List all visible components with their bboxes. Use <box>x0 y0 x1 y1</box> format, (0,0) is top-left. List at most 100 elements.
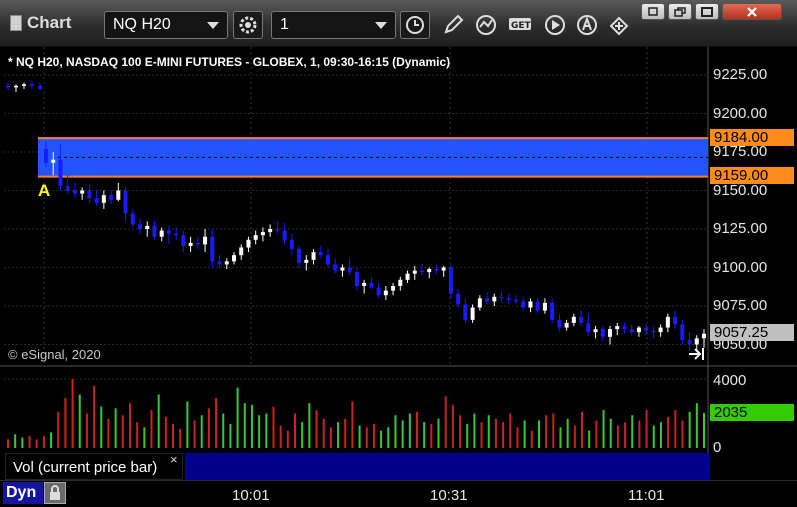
candle-body <box>44 148 48 163</box>
candle-body <box>499 296 504 299</box>
restore-down-icon[interactable] <box>641 3 665 20</box>
zone-label: A <box>38 181 51 200</box>
price-axis-label: 9100.00 <box>713 258 768 276</box>
candle-body <box>30 84 34 86</box>
app-title: Chart <box>27 13 72 32</box>
pencil-icon[interactable] <box>438 11 468 39</box>
candle-body <box>673 316 678 325</box>
candle-body <box>557 319 562 328</box>
candle-body <box>311 252 316 260</box>
candle-body <box>260 232 265 236</box>
volume-legend[interactable]: Vol (current price bar) <box>5 453 183 480</box>
chart-app-icon <box>10 15 22 31</box>
maximize-icon[interactable] <box>695 3 719 20</box>
lock-icon[interactable] <box>44 482 66 504</box>
candle-body <box>65 185 70 191</box>
scroll-to-end-icon[interactable] <box>688 346 706 362</box>
study-icon[interactable] <box>472 11 502 39</box>
candle-body <box>448 267 453 294</box>
candle-body <box>145 225 150 229</box>
price-axis-label: 9200.00 <box>713 104 768 122</box>
price-axis-label: 9225.00 <box>713 66 768 83</box>
gear-icon[interactable] <box>233 11 263 39</box>
candle-body <box>333 264 338 271</box>
candle-body <box>22 84 26 86</box>
candle-body <box>116 190 121 200</box>
toolbar: Chart NQ H20 1 GET <box>0 0 797 47</box>
copyright: © eSignal, 2020 <box>8 347 101 362</box>
time-label: 10:01 <box>232 487 270 504</box>
candle-body <box>477 298 482 308</box>
chart-title: * NQ H20, NASDAQ 100 E-MINI FUTURES - GL… <box>8 55 451 69</box>
candle-body <box>253 235 258 240</box>
get-icon[interactable]: GET <box>506 11 536 39</box>
candle-body <box>521 301 526 308</box>
candle-body <box>586 322 591 333</box>
candle-body <box>347 267 352 273</box>
candle-body <box>398 279 403 286</box>
candle-body <box>130 213 135 225</box>
candle-body <box>608 329 612 337</box>
candle-body <box>14 85 18 88</box>
chevron-down-icon <box>375 22 387 29</box>
zone-low-price-tag: 9159.00 <box>710 167 794 184</box>
candle-body <box>275 229 280 231</box>
play-icon[interactable] <box>540 11 570 39</box>
candle-body <box>217 261 222 265</box>
symbol-combo[interactable]: NQ H20 <box>104 11 228 39</box>
candle-body <box>304 259 309 263</box>
price-axis-label: 9125.00 <box>713 220 768 237</box>
candle-body <box>51 159 56 163</box>
candle-body <box>463 304 468 320</box>
candle-body <box>152 225 157 237</box>
time-label: 11:01 <box>628 487 665 504</box>
volume-axis-label: 4000 <box>713 372 747 389</box>
dynamic-mode-button[interactable]: Dyn <box>3 482 43 504</box>
candle-body <box>636 327 641 333</box>
candle-body <box>188 242 193 246</box>
candle-body <box>297 249 302 263</box>
close-icon[interactable]: × <box>170 452 178 467</box>
candle-body <box>224 261 229 265</box>
candle-body <box>702 333 706 339</box>
candle-body <box>210 236 215 262</box>
candle-body <box>564 322 569 328</box>
candle-body <box>528 301 533 308</box>
price-chart[interactable] <box>0 47 797 367</box>
close-icon[interactable] <box>722 3 782 20</box>
candle-body <box>246 239 251 248</box>
candle-body <box>644 327 649 331</box>
candle-body <box>622 326 627 330</box>
candle-body <box>441 267 446 271</box>
candle-body <box>166 230 171 234</box>
candle-body <box>354 272 359 286</box>
candle-body <box>203 236 208 245</box>
candle-body <box>239 247 244 256</box>
candle-body <box>615 326 620 330</box>
clock-icon[interactable] <box>400 11 430 39</box>
interval-combo[interactable]: 1 <box>271 11 396 39</box>
candle-body <box>687 339 692 345</box>
candle-body <box>550 302 555 320</box>
link-icon[interactable] <box>604 11 634 39</box>
chevron-down-icon <box>207 22 219 29</box>
candle-body <box>405 273 410 280</box>
candle-body <box>87 190 92 199</box>
candle-body <box>195 242 200 245</box>
candle-body <box>542 302 547 311</box>
candle-body <box>506 298 511 300</box>
volume-axis-label: 0 <box>713 439 722 456</box>
candle-body <box>485 298 490 302</box>
volume-legend-strip <box>185 453 710 480</box>
time-axis[interactable] <box>0 480 797 507</box>
candle-body <box>694 338 699 345</box>
symbol-value: NQ H20 <box>113 16 171 33</box>
candle-body <box>174 233 179 236</box>
candle-body <box>514 299 518 302</box>
candle-body <box>326 255 330 265</box>
candle-body <box>535 301 540 311</box>
candle-body <box>58 159 63 186</box>
auto-icon[interactable] <box>572 11 602 39</box>
restore-icon[interactable] <box>668 3 692 20</box>
candle-body <box>420 270 424 273</box>
